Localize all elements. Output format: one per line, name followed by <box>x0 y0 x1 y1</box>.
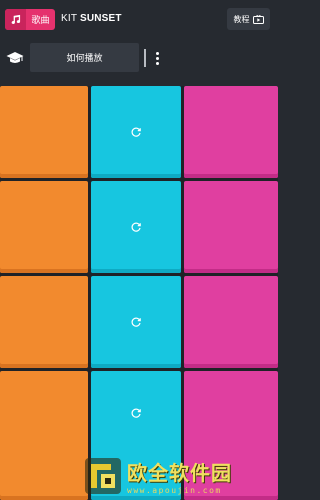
pad-pink[interactable] <box>184 86 278 178</box>
watermark-title: 欧全软件园 <box>127 461 232 485</box>
more-options-button[interactable] <box>150 46 164 70</box>
how-to-play-button[interactable]: 如何播放 <box>30 43 139 72</box>
graduation-cap-icon <box>6 52 24 63</box>
tv-icon <box>252 14 264 24</box>
kebab-dot <box>155 61 159 65</box>
top-bar: 歌曲 KIT SUNSET 教程 <box>0 0 278 40</box>
kebab-dot <box>155 56 159 60</box>
loop-icon <box>131 317 141 327</box>
pad-blue[interactable] <box>91 181 181 273</box>
loop-icon <box>131 408 141 418</box>
music-note-icon <box>5 9 26 30</box>
kit-prefix: KIT <box>61 13 77 24</box>
loop-icon <box>131 222 141 232</box>
tutorial-label: 教程 <box>233 14 250 24</box>
how-to-play-label: 如何播放 <box>66 54 103 64</box>
pad-orange[interactable] <box>0 371 88 500</box>
watermark-url: www.apoujin.com <box>127 486 222 495</box>
songs-button[interactable]: 歌曲 <box>5 9 55 30</box>
watermark: 欧全软件园 www.apoujin.com <box>83 455 273 497</box>
pad-orange[interactable] <box>0 181 88 273</box>
watermark-logo-icon <box>85 458 121 494</box>
loop-icon <box>131 127 141 137</box>
pad-blue[interactable] <box>91 86 181 178</box>
pad-pink[interactable] <box>184 181 278 273</box>
pad-orange[interactable] <box>0 276 88 368</box>
kebab-dot <box>155 51 159 55</box>
kit-name: SUNSET <box>79 13 122 24</box>
kit-title: KIT SUNSET <box>61 13 122 24</box>
pad-orange[interactable] <box>0 86 88 178</box>
divider <box>144 49 146 67</box>
pad-pink[interactable] <box>184 276 278 368</box>
watermark-text: 欧全软件园 www.apoujin.com <box>127 457 232 495</box>
tutorial-bar: 如何播放 <box>0 40 278 76</box>
pad-blue[interactable] <box>91 276 181 368</box>
pad-grid <box>0 86 278 500</box>
songs-label: 歌曲 <box>31 16 50 26</box>
tutorial-button[interactable]: 教程 <box>227 8 270 30</box>
graduation-cap-button[interactable] <box>0 40 30 76</box>
